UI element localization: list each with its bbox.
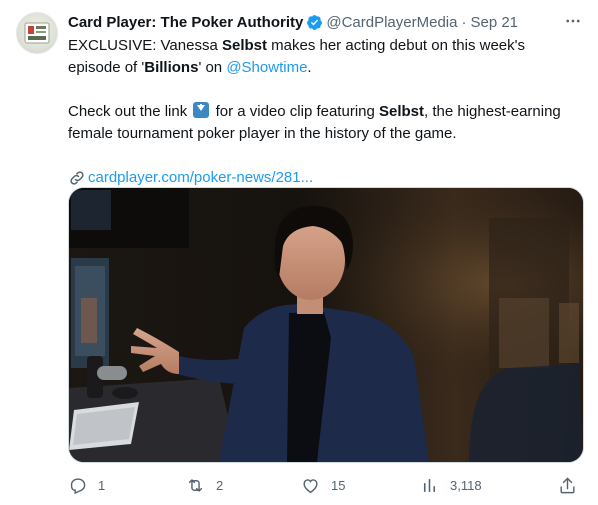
mention-link[interactable]: @Showtime xyxy=(226,59,307,76)
retweet-count: 2 xyxy=(216,477,224,493)
reply-icon xyxy=(70,477,86,494)
text-bold: Billions xyxy=(144,59,199,76)
tweet-line: cardplayer.com/poker-news/281... xyxy=(68,167,583,189)
tweet-line: EXCLUSIVE: Vanessa Selbst makes her acti… xyxy=(68,35,583,57)
views-button[interactable]: 3,118 xyxy=(420,474,482,496)
tweet-line: female tournament poker player in the hi… xyxy=(68,123,583,145)
share-icon xyxy=(560,477,575,493)
avatar[interactable] xyxy=(16,12,58,54)
text-fragment: . xyxy=(307,59,312,76)
video-media[interactable] xyxy=(68,187,584,463)
text-fragment: female tournament poker player in the hi… xyxy=(68,125,457,142)
url-link[interactable]: cardplayer.com/poker-news/281... xyxy=(88,167,313,189)
text-fragment: episode of ' xyxy=(68,59,145,76)
views-count: 3,118 xyxy=(450,477,482,493)
text-fragment: for a video clip featuring xyxy=(211,103,379,120)
timestamp[interactable]: Sep 21 xyxy=(470,14,518,31)
like-icon xyxy=(303,478,318,493)
views-icon xyxy=(423,478,436,492)
tweet-header: Card Player: The Poker Authority @CardPl… xyxy=(68,12,582,32)
retweet-button[interactable]: 2 xyxy=(186,474,223,496)
text-bold: Selbst xyxy=(221,37,267,54)
text-bold: Selbst xyxy=(379,103,425,120)
like-button[interactable]: 15 xyxy=(301,474,345,496)
reply-count: 1 xyxy=(98,477,106,493)
link-icon xyxy=(70,171,84,185)
action-bar: 1 2 15 3,118 xyxy=(68,474,582,496)
more-options-icon[interactable] xyxy=(562,10,584,32)
down-arrow-emoji-icon xyxy=(193,102,210,118)
text-fragment: , the highest-earning xyxy=(424,103,561,120)
like-count: 15 xyxy=(331,477,346,493)
text-fragment: ' on xyxy=(198,59,227,76)
tweet-line: Check out the link for a video clip feat… xyxy=(68,101,583,123)
text-fragment: makes her acting debut on this week's xyxy=(266,37,525,54)
share-button[interactable] xyxy=(558,474,577,496)
separator-dot: · xyxy=(461,13,467,31)
author-name[interactable]: Card Player: The Poker Authority xyxy=(68,14,303,31)
text-fragment: EXCLUSIVE: Vanessa xyxy=(68,37,222,54)
text-fragment: Check out the link xyxy=(68,103,192,120)
tweet-text: EXCLUSIVE: Vanessa Selbst makes her acti… xyxy=(68,35,583,189)
reply-button[interactable]: 1 xyxy=(68,474,105,496)
tweet[interactable]: Card Player: The Poker Authority @CardPl… xyxy=(0,0,598,505)
tweet-line: episode of 'Billions' on @Showtime. xyxy=(68,57,583,79)
retweet-icon xyxy=(188,478,203,492)
author-handle[interactable]: @CardPlayerMedia xyxy=(326,14,457,31)
verified-badge-icon xyxy=(307,14,323,30)
